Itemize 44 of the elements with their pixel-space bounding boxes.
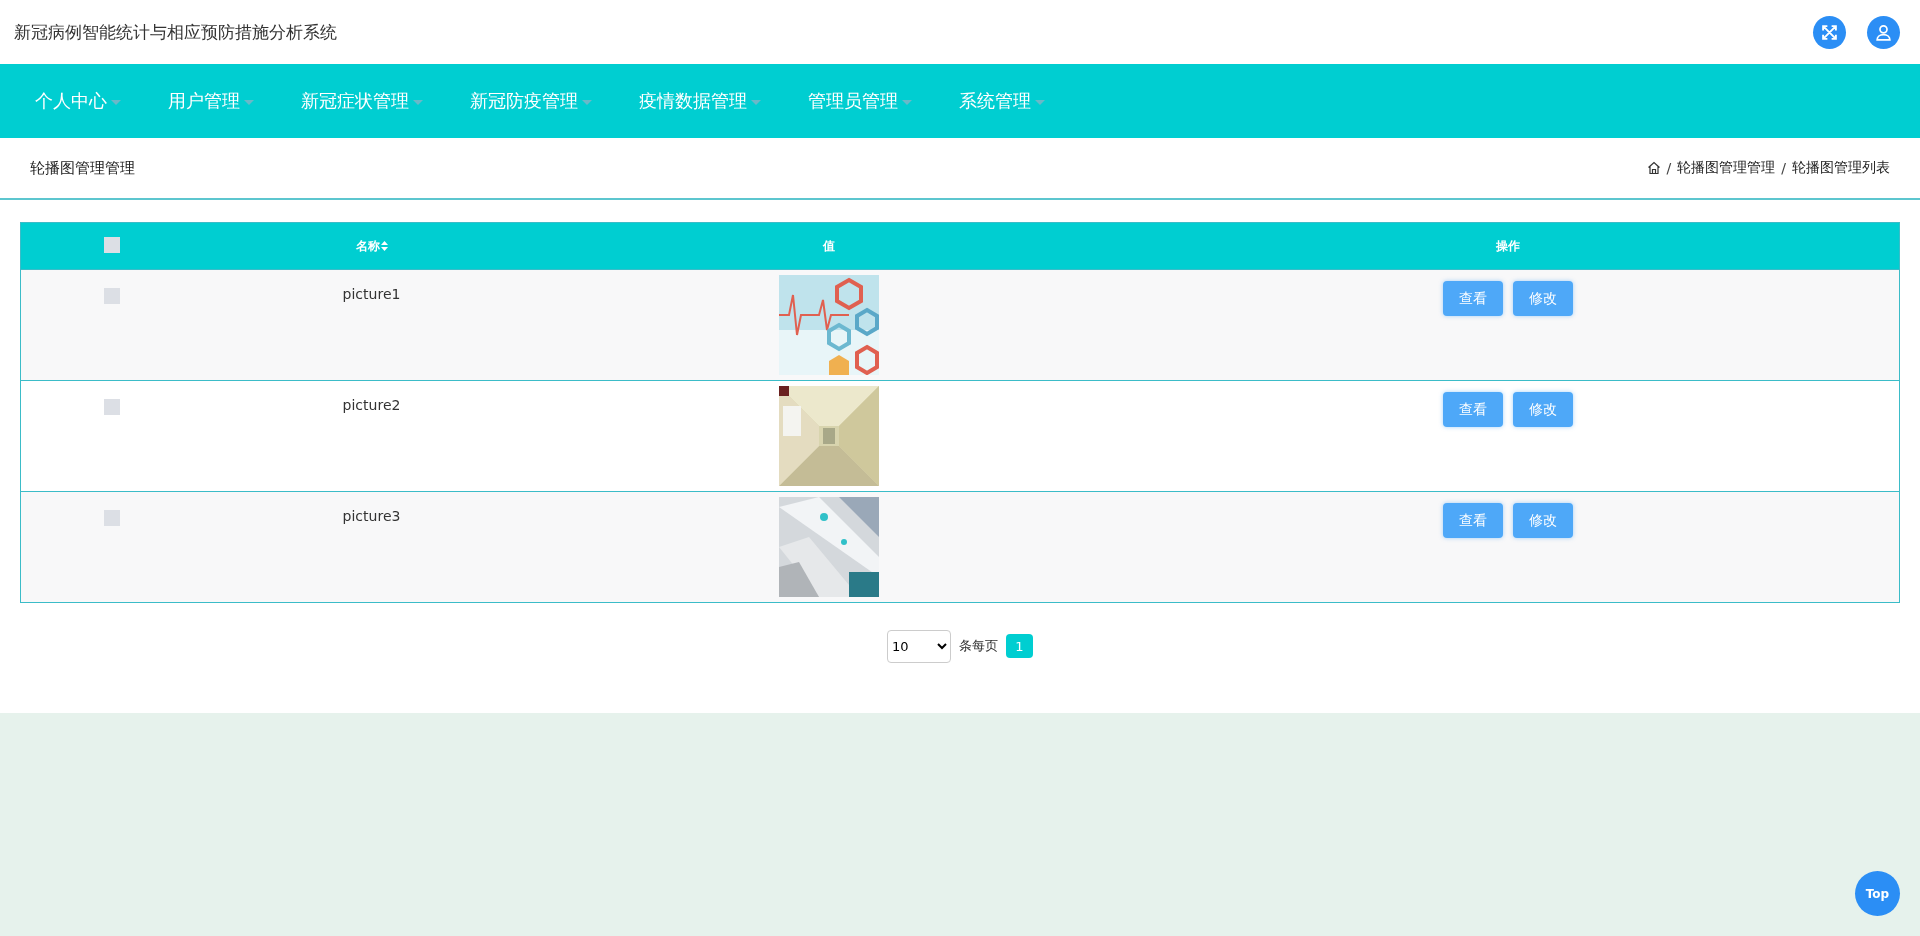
nav-menu-item[interactable]: 新冠症状管理 xyxy=(288,89,436,113)
nav-menu-item[interactable]: 管理员管理 xyxy=(795,89,925,113)
fullscreen-icon[interactable] xyxy=(1813,15,1846,49)
row-checkbox[interactable] xyxy=(103,510,120,526)
view-button[interactable]: 查看 xyxy=(1442,392,1503,427)
edit-button[interactable]: 修改 xyxy=(1512,392,1573,427)
breadcrumb-separator: / xyxy=(1666,160,1672,176)
nav-menu-item[interactable]: 系统管理 xyxy=(946,89,1058,113)
caret-icon xyxy=(413,99,423,105)
view-button[interactable]: 查看 xyxy=(1442,503,1503,538)
breadcrumb-separator: / xyxy=(1781,160,1786,176)
caret-icon xyxy=(582,99,592,105)
nav-menu-item[interactable]: 用户管理 xyxy=(155,89,267,113)
table-cell: picture2 xyxy=(342,397,401,413)
nav-menu-item[interactable]: 新冠防疫管理 xyxy=(457,89,605,113)
page-size-select[interactable]: 10 xyxy=(887,629,951,663)
app-title: 新冠病例智能统计与相应预防措施分析系统 xyxy=(14,20,337,44)
caret-icon xyxy=(111,99,121,105)
column-header[interactable]: 名称 xyxy=(355,238,380,253)
view-button[interactable]: 查看 xyxy=(1442,281,1503,316)
table-cell: picture3 xyxy=(342,508,401,524)
row-checkbox[interactable] xyxy=(103,399,120,415)
nav-menu-item[interactable]: 个人中心 xyxy=(22,89,134,113)
breadcrumb-item[interactable]: 轮播图管理列表 xyxy=(1792,159,1890,177)
caret-icon xyxy=(1035,99,1045,105)
caret-icon xyxy=(751,99,761,105)
breadcrumb-item[interactable]: 轮播图管理管理 xyxy=(1677,159,1776,177)
table-cell: picture1 xyxy=(342,286,401,302)
back-to-top-button[interactable]: Top xyxy=(1855,871,1900,916)
page-button[interactable]: 1 xyxy=(1006,634,1033,658)
page-size-label: 条每页 xyxy=(959,637,998,655)
nav-menu-item[interactable]: 疫情数据管理 xyxy=(626,89,774,113)
caret-icon xyxy=(902,99,912,105)
caret-icon xyxy=(244,99,254,105)
user-icon[interactable] xyxy=(1867,15,1900,49)
select-all-checkbox[interactable] xyxy=(103,236,120,253)
column-header: 操作 xyxy=(1495,238,1520,253)
row-checkbox[interactable] xyxy=(103,288,120,304)
sort-icon[interactable] xyxy=(380,241,388,251)
column-header: 值 xyxy=(822,238,835,253)
page-title: 轮播图管理管理 xyxy=(30,158,135,178)
edit-button[interactable]: 修改 xyxy=(1512,281,1573,316)
home-icon[interactable] xyxy=(1646,161,1661,175)
edit-button[interactable]: 修改 xyxy=(1512,503,1573,538)
